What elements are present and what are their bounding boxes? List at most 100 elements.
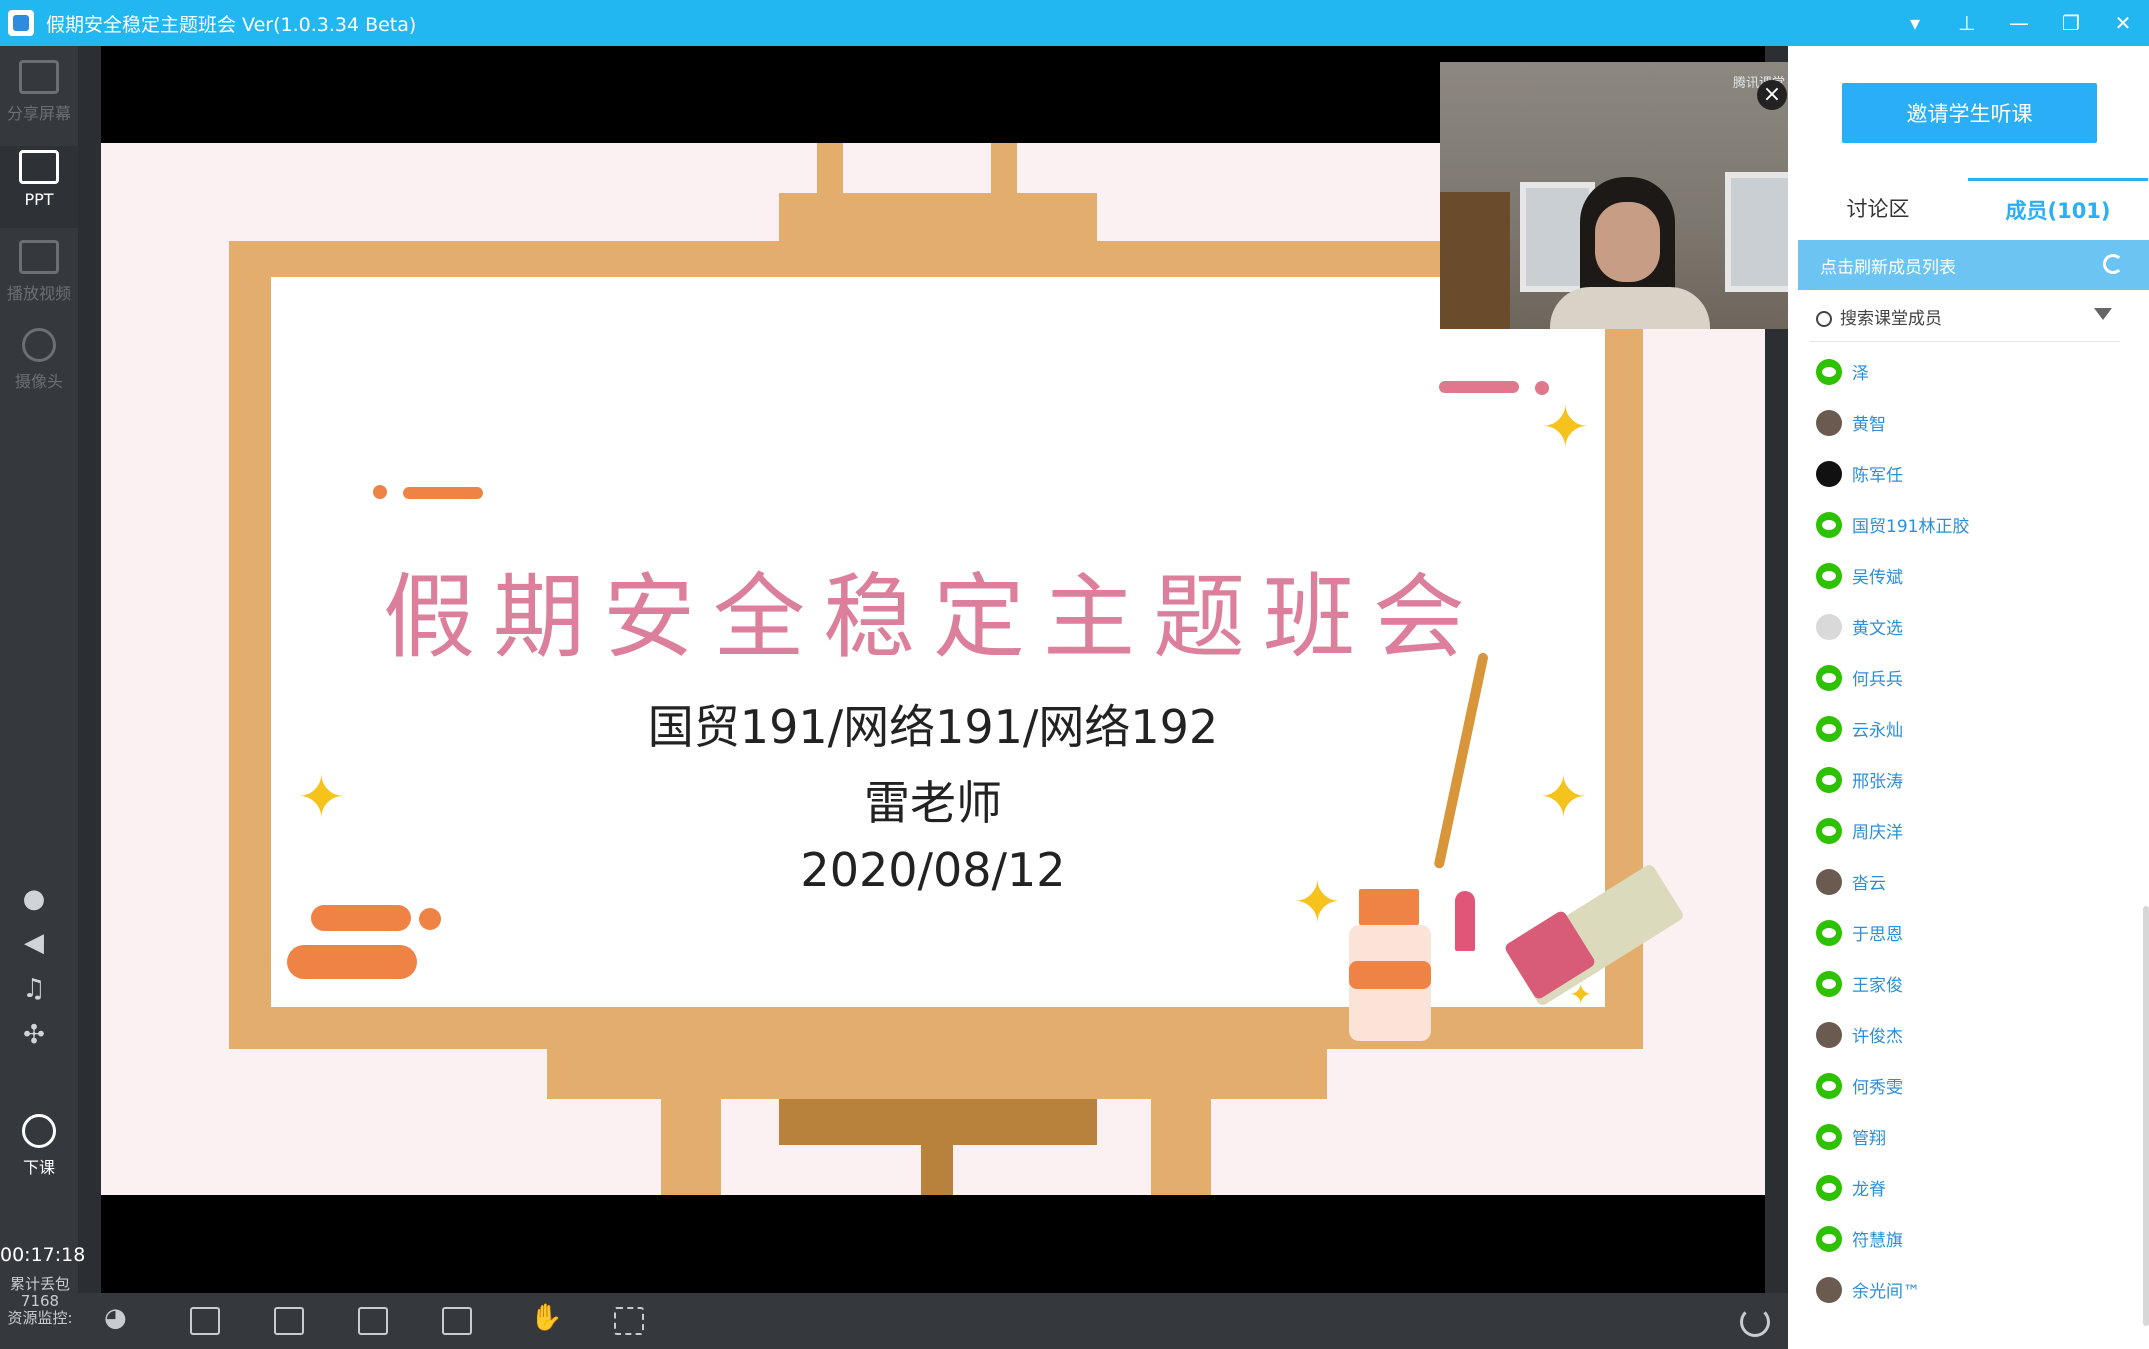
wechat-avatar-icon — [1816, 358, 1842, 385]
slide-classes: 国贸191/网络191/网络192 — [647, 700, 1219, 754]
member-list-item[interactable]: 泽 — [1810, 346, 2130, 397]
decor-dot — [373, 485, 387, 499]
refresh-icon[interactable] — [2103, 254, 2123, 274]
member-list-item[interactable]: 吴传斌 — [1810, 550, 2130, 601]
member-list-item[interactable]: 何兵兵 — [1810, 652, 2130, 703]
tab-discussion[interactable]: 讨论区 — [1788, 178, 1968, 238]
member-list-item[interactable]: 何秀雯 — [1810, 1060, 2130, 1111]
member-list-item[interactable]: 云永灿 — [1810, 703, 2130, 754]
ppt-icon — [19, 150, 59, 184]
dropdown-menu-icon[interactable]: ▾ — [1889, 0, 1941, 46]
fullscreen-icon[interactable]: ✣ — [0, 1020, 68, 1050]
member-name: 沓云 — [1852, 874, 1886, 894]
member-name: 邢张涛 — [1852, 772, 1903, 792]
member-search-input[interactable] — [1840, 308, 2080, 329]
share-screen-button[interactable]: 分享屏幕 — [0, 60, 78, 124]
decor-dash — [1439, 381, 1519, 393]
packet-loss-label: 累计丢包 — [9, 1275, 70, 1293]
member-name: 管翔 — [1852, 1129, 1886, 1149]
close-video-icon[interactable]: × — [1757, 80, 1787, 110]
member-list-scrollbar[interactable] — [2143, 906, 2149, 1326]
wechat-avatar-icon — [1816, 1123, 1842, 1150]
share-screen-icon — [19, 60, 59, 94]
tab-members[interactable]: 成员(101) — [1968, 178, 2148, 238]
end-class-button[interactable]: 下课 — [0, 1114, 78, 1178]
palette-icon[interactable]: ◕ — [104, 1303, 127, 1333]
member-list-item[interactable]: 符慧旗 — [1810, 1213, 2130, 1264]
member-name: 王家俊 — [1852, 976, 1903, 996]
image-icon[interactable] — [442, 1307, 472, 1335]
member-list-item[interactable]: 周庆洋 — [1810, 805, 2130, 856]
refresh-members-bar[interactable]: 点击刷新成员列表 — [1798, 240, 2149, 290]
member-name: 周庆洋 — [1852, 823, 1903, 843]
invite-students-button[interactable]: 邀请学生听课 — [1842, 83, 2097, 143]
window-controls: ▾ ⊥ — ❐ ✕ — [1889, 0, 2149, 46]
teacher-camera-video[interactable]: 腾讯课堂 × — [1440, 62, 1797, 329]
wechat-avatar-icon — [1816, 1072, 1842, 1099]
member-name: 何兵兵 — [1852, 670, 1903, 690]
member-name: 黄智 — [1852, 415, 1886, 435]
member-list-item[interactable]: 龙脊 — [1810, 1162, 2130, 1213]
left-toolbar: 分享屏幕 PPT 播放视频 摄像头 ● ◀ ♫ ✣ 下课 00:17:18 累计… — [0, 46, 86, 1349]
close-icon[interactable]: ✕ — [2097, 0, 2149, 46]
member-list-item[interactable]: 王家俊 — [1810, 958, 2130, 1009]
member-name: 何秀雯 — [1852, 1078, 1903, 1098]
power-icon[interactable] — [1740, 1307, 1770, 1337]
pen-disabled-icon[interactable] — [358, 1307, 388, 1335]
paintbrush-tip — [1455, 891, 1475, 951]
member-list-item[interactable]: 邢张涛 — [1810, 754, 2130, 805]
avatar — [1816, 1276, 1842, 1303]
microphone-icon[interactable]: ● — [0, 884, 68, 914]
camera-button[interactable]: 摄像头 — [0, 328, 78, 392]
member-name: 许俊杰 — [1852, 1027, 1903, 1047]
calendar-icon[interactable] — [190, 1307, 220, 1335]
window-title: 假期安全稳定主题班会 Ver(1.0.3.34 Beta) — [46, 13, 417, 36]
member-list-item[interactable]: 沓云 — [1810, 856, 2130, 907]
wechat-avatar-icon — [1816, 1225, 1842, 1252]
wechat-avatar-icon — [1816, 715, 1842, 742]
minimize-icon[interactable]: — — [1993, 0, 2045, 46]
filter-icon[interactable] — [2094, 308, 2112, 320]
ppt-button[interactable]: PPT — [0, 146, 78, 228]
easel-leg — [921, 1145, 953, 1195]
member-list-item[interactable]: 陈军任 — [1810, 448, 2130, 499]
packet-loss-value: 7168 — [20, 1292, 60, 1310]
restore-icon[interactable]: ❐ — [2045, 0, 2097, 46]
play-video-icon — [19, 240, 59, 274]
raise-hand-icon[interactable]: ✋ — [530, 1303, 562, 1333]
pin-icon[interactable]: ⊥ — [1941, 0, 1993, 46]
member-list-item[interactable]: 管翔 — [1810, 1111, 2130, 1162]
bottom-toolbar: ◕ ✋ — [78, 1293, 1788, 1349]
member-list-item[interactable]: 余光间™ — [1810, 1264, 2130, 1315]
decor-dot — [419, 908, 441, 930]
member-list-item[interactable]: 于思恩 — [1810, 907, 2130, 958]
easel-leg — [817, 143, 843, 193]
wechat-avatar-icon — [1816, 919, 1842, 946]
easel-bottom-bar — [547, 1049, 1327, 1099]
easel-top-bar — [779, 193, 1097, 241]
member-list-item[interactable]: 国贸191林正胶 — [1810, 499, 2130, 550]
avatar — [1816, 409, 1842, 436]
qq-avatar-icon — [1816, 460, 1842, 487]
avatar — [1816, 613, 1842, 640]
sparkle-icon: ✦ — [1541, 393, 1590, 461]
member-list-item[interactable]: 黄文选 — [1810, 601, 2130, 652]
play-video-button[interactable]: 播放视频 — [0, 240, 78, 304]
easel-leg — [661, 1099, 721, 1195]
member-list-item[interactable]: 许俊杰 — [1810, 1009, 2130, 1060]
paint-bottle-label — [1349, 961, 1431, 989]
notes-icon[interactable] — [274, 1307, 304, 1335]
music-icon[interactable]: ♫ — [0, 974, 68, 1004]
panel-tabs: 讨论区 成员(101) — [1788, 178, 2149, 238]
camera-icon — [22, 328, 56, 362]
speaker-icon[interactable]: ◀ — [0, 928, 68, 958]
right-panel: 邀请学生听课 讨论区 成员(101) 点击刷新成员列表 泽黄智陈军任国贸191林… — [1788, 46, 2149, 1349]
wechat-avatar-icon — [1816, 766, 1842, 793]
easel-leg — [1151, 1099, 1211, 1195]
screenshot-icon[interactable] — [614, 1307, 644, 1335]
slide-title: 假期安全稳定主题班会 — [382, 564, 1483, 671]
class-timer: 00:17:18 — [0, 1244, 86, 1266]
member-list-item[interactable]: 黄智 — [1810, 397, 2130, 448]
member-name: 陈军任 — [1852, 466, 1903, 486]
member-name: 余光间™ — [1852, 1282, 1920, 1302]
